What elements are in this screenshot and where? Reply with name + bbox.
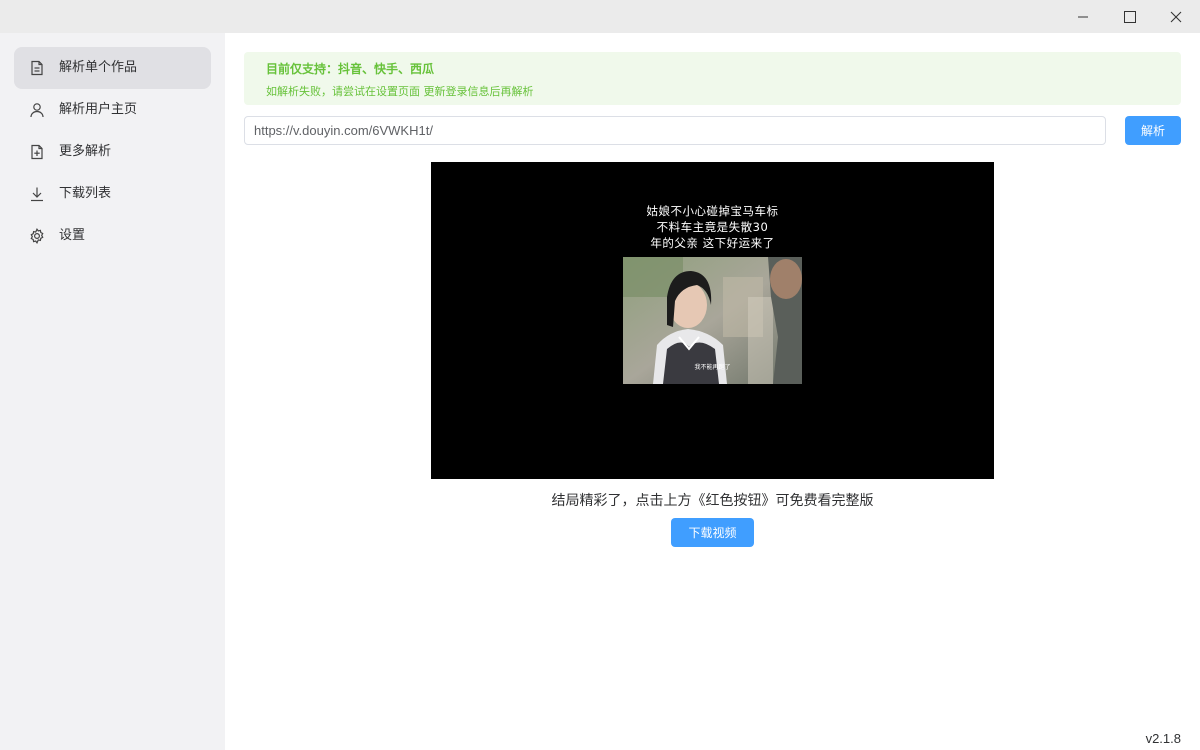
version-label: v2.1.8 <box>1145 731 1181 746</box>
close-icon <box>1170 11 1182 22</box>
sidebar-item-download-list[interactable]: 下载列表 <box>14 173 211 215</box>
maximize-button[interactable] <box>1107 0 1153 33</box>
user-icon <box>27 100 47 120</box>
url-input[interactable] <box>244 116 1106 145</box>
video-frame: 我不能再跑了 <box>623 257 802 384</box>
sidebar-item-label: 下载列表 <box>59 186 112 201</box>
video-caption-line: 不料车主竟是失散30 <box>656 220 769 234</box>
sidebar-item-label: 解析用户主页 <box>59 102 138 117</box>
title-bar <box>0 0 1200 33</box>
document-add-icon <box>27 142 47 162</box>
parse-button[interactable]: 解析 <box>1125 116 1181 145</box>
video-caption-line: 姑娘不小心碰掉宝马车标 <box>646 204 779 218</box>
notice-banner: 目前仅支持：抖音、快手、西瓜 如解析失败，请尝试在设置页面 更新登录信息后再解析 <box>244 52 1181 105</box>
download-icon <box>27 184 47 204</box>
sidebar-item-label: 解析单个作品 <box>59 60 138 75</box>
video-caption-line: 年的父亲 这下好运来了 <box>650 236 775 250</box>
main-content: 目前仅支持：抖音、快手、西瓜 如解析失败，请尝试在设置页面 更新登录信息后再解析… <box>225 33 1200 750</box>
sidebar-item-settings[interactable]: 设置 <box>14 215 211 257</box>
minimize-icon <box>1078 16 1088 17</box>
video-caption: 姑娘不小心碰掉宝马车标 不料车主竟是失散30 年的父亲 这下好运来了 <box>431 203 994 251</box>
document-icon <box>27 58 47 78</box>
maximize-icon <box>1124 10 1136 23</box>
sidebar-item-more-parse[interactable]: 更多解析 <box>14 131 211 173</box>
sidebar-item-label: 更多解析 <box>59 144 112 159</box>
sidebar-item-parse-user[interactable]: 解析用户主页 <box>14 89 211 131</box>
close-button[interactable] <box>1153 0 1199 33</box>
notice-title: 目前仅支持：抖音、快手、西瓜 <box>266 62 435 76</box>
download-video-button[interactable]: 下载视频 <box>671 518 754 547</box>
sidebar-item-label: 设置 <box>59 228 86 243</box>
minimize-button[interactable] <box>1060 0 1106 33</box>
sidebar: 解析单个作品 解析用户主页 更多解析 下载列表 设置 <box>0 33 225 750</box>
notice-description: 如解析失败，请尝试在设置页面 更新登录信息后再解析 <box>266 85 534 98</box>
sidebar-item-parse-single[interactable]: 解析单个作品 <box>14 47 211 89</box>
video-description: 结局精彩了，点击上方《红色按钮》可免费看完整版 <box>551 493 874 509</box>
gear-icon <box>27 226 47 246</box>
video-frame-subtitle: 我不能再跑了 <box>694 364 731 371</box>
video-player[interactable]: 姑娘不小心碰掉宝马车标 不料车主竟是失散30 年的父亲 这下好运来了 我不能再跑… <box>431 162 994 479</box>
